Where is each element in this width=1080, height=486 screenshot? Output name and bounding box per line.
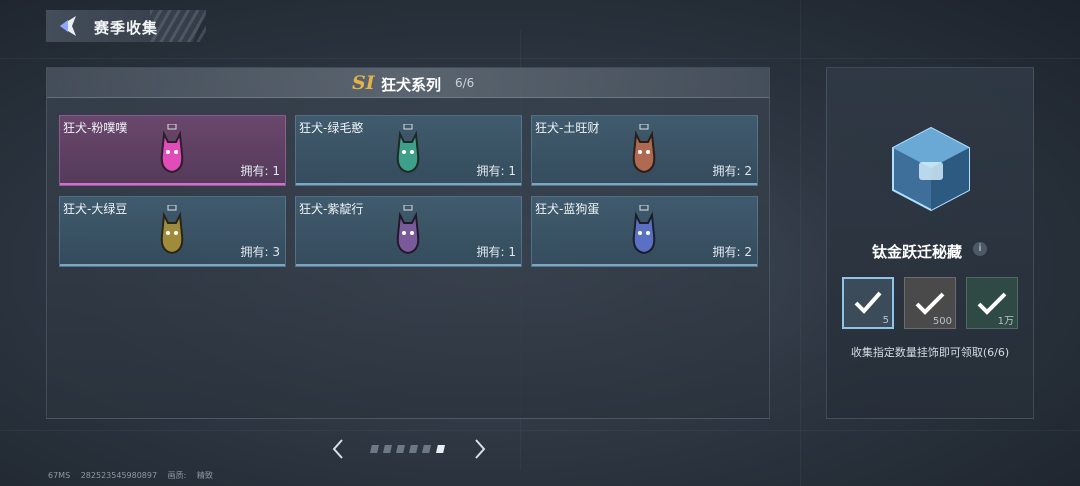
card-name: 狂犬-蓝狗蛋: [535, 202, 600, 216]
owned-count: 拥有: 1: [476, 245, 517, 259]
chevron-right-icon: [475, 439, 486, 459]
collection-card-pink[interactable]: 狂犬-粉噗噗 拥有: 1: [59, 115, 286, 186]
owned-count: 拥有: 2: [712, 245, 753, 259]
card-name: 狂犬-粉噗噗: [63, 121, 128, 135]
card-underline: [60, 264, 285, 266]
collection-card-green[interactable]: 狂犬-绿毛憨 拥有: 1: [295, 115, 522, 186]
quality-label: 画质:: [167, 471, 187, 480]
card-name: 狂犬-土旺财: [535, 121, 600, 135]
card-underline: [532, 264, 757, 266]
page-dot-5[interactable]: [422, 445, 431, 453]
series-header: SI 狂犬系列 6/6: [47, 68, 769, 98]
owned-count: 拥有: 1: [476, 164, 517, 178]
reward-description: 收集指定数量挂饰即可领取(6/6): [850, 346, 1010, 359]
page-dot-6[interactable]: [436, 445, 445, 453]
dog-charm-icon: [396, 205, 420, 255]
card-underline: [296, 183, 521, 185]
page-dot-2[interactable]: [383, 445, 392, 453]
owned-count: 拥有: 1: [240, 164, 281, 178]
reward-tier-1[interactable]: 5: [842, 277, 894, 329]
page-dot-1[interactable]: [370, 445, 379, 453]
dog-charm-icon: [396, 124, 420, 174]
dog-charm-icon: [632, 124, 656, 174]
reward-panel: 钛金跃迁秘藏 i 5 500 1万 收集指定数量挂饰即可领取(6/6): [826, 67, 1034, 419]
owned-count: 拥有: 3: [240, 245, 281, 259]
header-stripes: [150, 10, 206, 42]
dog-charm-icon: [632, 205, 656, 255]
treasure-cube-icon: [892, 126, 970, 212]
quality-value: 精致: [196, 471, 213, 480]
reward-tier-2[interactable]: 500: [904, 277, 956, 329]
card-name: 狂犬-绿毛憨: [299, 121, 364, 135]
collection-panel: SI 狂犬系列 6/6 狂犬-粉噗噗 拥有: 1 狂犬-绿毛憨 拥有: 1 狂犬…: [46, 67, 770, 419]
reward-name: 钛金跃迁秘藏: [872, 243, 963, 261]
card-underline: [60, 183, 285, 185]
card-underline: [296, 264, 521, 266]
owned-count: 拥有: 2: [712, 164, 753, 178]
season-badge: SI: [352, 72, 375, 94]
series-count: 6/6: [455, 76, 475, 90]
back-arrow-icon: [60, 16, 76, 36]
tier-threshold: 1万: [997, 316, 1014, 327]
prev-page-button[interactable]: [330, 438, 346, 460]
tier-threshold: 500: [932, 316, 952, 327]
card-underline: [532, 183, 757, 185]
reward-tier-3[interactable]: 1万: [966, 277, 1018, 329]
info-icon[interactable]: i: [973, 242, 987, 256]
collection-card-blue[interactable]: 狂犬-蓝狗蛋 拥有: 2: [531, 196, 758, 267]
fps-readout: 67MS: [48, 471, 71, 480]
uid-readout: 282523545980897: [80, 471, 158, 480]
back-button[interactable]: [56, 14, 82, 38]
card-name: 狂犬-紫靛行: [299, 202, 364, 216]
next-page-button[interactable]: [472, 438, 488, 460]
series-title: 狂犬系列: [381, 76, 442, 94]
collection-card-olive[interactable]: 狂犬-大绿豆 拥有: 3: [59, 196, 286, 267]
page-dot-4[interactable]: [409, 445, 418, 453]
page-dot-3[interactable]: [396, 445, 405, 453]
status-footer: 67MS 282523545980897 画质: 精致: [48, 470, 221, 481]
dog-charm-icon: [160, 124, 184, 174]
chevron-left-icon: [332, 439, 343, 459]
card-name: 狂犬-大绿豆: [63, 202, 128, 216]
collection-card-purple[interactable]: 狂犬-紫靛行 拥有: 1: [295, 196, 522, 267]
dog-charm-icon: [160, 205, 184, 255]
tier-threshold: 5: [882, 315, 889, 326]
page-title: 赛季收集: [94, 19, 159, 37]
collection-card-brown[interactable]: 狂犬-土旺财 拥有: 2: [531, 115, 758, 186]
